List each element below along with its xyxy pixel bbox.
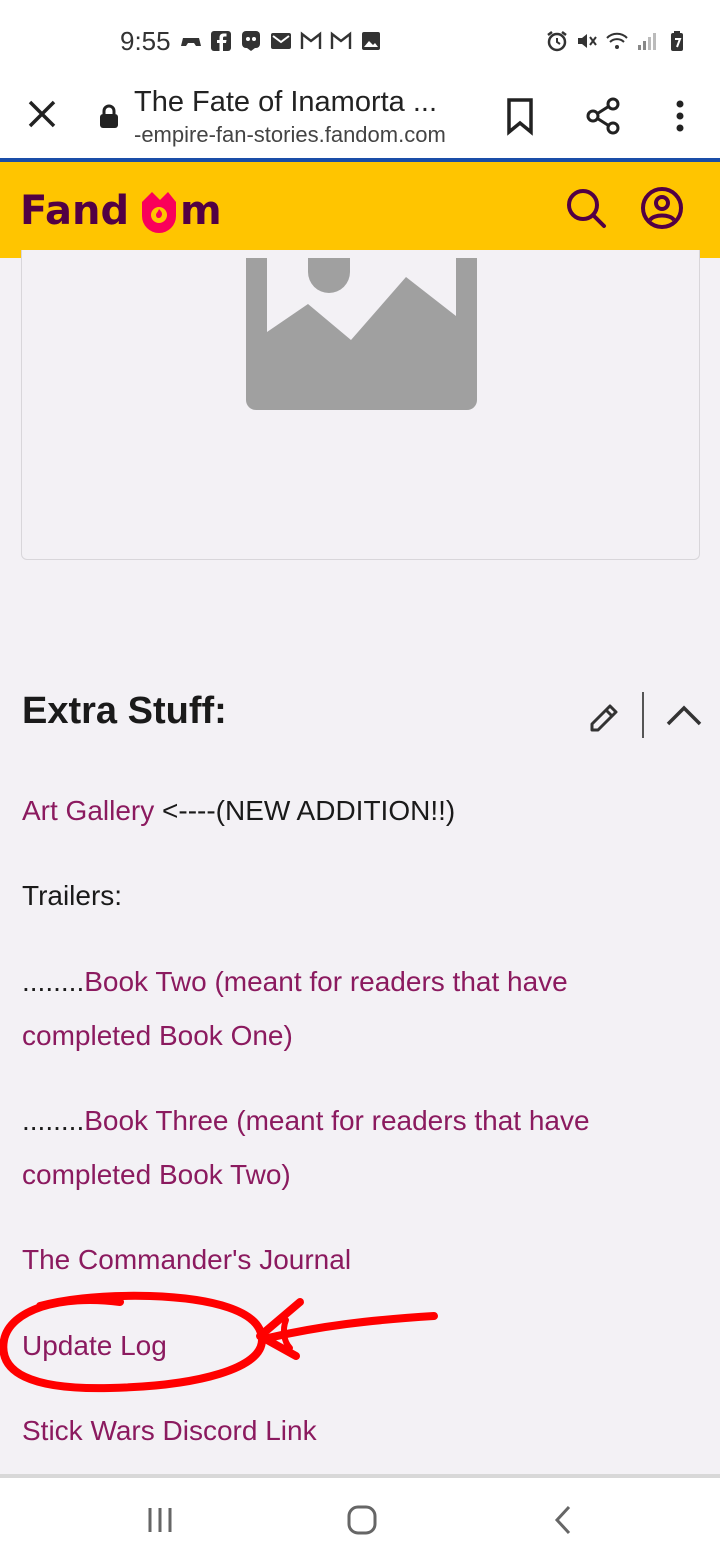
svg-text:m: m bbox=[180, 188, 222, 234]
image-icon bbox=[362, 32, 380, 50]
wifi-icon bbox=[606, 32, 628, 49]
discord-icon bbox=[242, 31, 260, 51]
book-two-trailer-link-cont[interactable]: completed Book One) bbox=[22, 1020, 293, 1051]
art-gallery-line: Art Gallery <----(NEW ADDITION!!) bbox=[22, 784, 455, 838]
gmail-icon bbox=[330, 31, 352, 49]
game-controller-icon bbox=[181, 38, 201, 46]
browser-url-bar: The Fate of Inamorta ... -empire-fan-sto… bbox=[0, 80, 720, 160]
discord-line: Stick Wars Discord Link bbox=[22, 1404, 317, 1458]
share-icon[interactable] bbox=[582, 94, 626, 138]
chevron-up-icon[interactable] bbox=[662, 696, 706, 736]
fandom-header: Fand m bbox=[0, 162, 720, 258]
battery-icon bbox=[671, 31, 683, 51]
close-icon[interactable] bbox=[22, 94, 62, 134]
book-two-trailer-link[interactable]: Book Two (meant for readers that have bbox=[84, 966, 568, 997]
book-three-trailer-link[interactable]: Book Three (meant for readers that have bbox=[84, 1105, 589, 1136]
book-three-trailer-link-cont[interactable]: completed Book Two) bbox=[22, 1159, 291, 1190]
divider bbox=[642, 692, 644, 738]
fandom-logo[interactable]: Fand m bbox=[20, 184, 230, 234]
art-gallery-link[interactable]: Art Gallery bbox=[22, 795, 154, 826]
journal-line: The Commander's Journal bbox=[22, 1233, 351, 1287]
update-log-link[interactable]: Update Log bbox=[22, 1330, 167, 1361]
android-nav-bar bbox=[0, 1478, 720, 1560]
update-log-line: Update Log bbox=[22, 1319, 167, 1373]
book-three-line: ........Book Three (meant for readers th… bbox=[22, 1094, 590, 1148]
home-icon[interactable] bbox=[340, 1498, 384, 1542]
trailers-label: Trailers: bbox=[22, 880, 123, 911]
back-icon[interactable] bbox=[542, 1498, 586, 1542]
book-two-line-2: completed Book One) bbox=[22, 1009, 293, 1063]
alarm-icon bbox=[547, 31, 567, 52]
search-icon[interactable] bbox=[562, 184, 610, 232]
lock-icon bbox=[100, 104, 118, 128]
facebook-icon bbox=[211, 31, 231, 51]
book-two-line: ........Book Two (meant for readers that… bbox=[22, 955, 568, 1009]
edit-pencil-icon[interactable] bbox=[584, 696, 624, 736]
page-title[interactable]: The Fate of Inamorta ... bbox=[134, 86, 437, 119]
more-options-icon[interactable] bbox=[658, 94, 702, 138]
image-placeholder-icon bbox=[246, 258, 477, 410]
commanders-journal-link[interactable]: The Commander's Journal bbox=[22, 1244, 351, 1275]
signal-icon bbox=[638, 33, 656, 50]
recent-apps-icon[interactable] bbox=[138, 1498, 182, 1542]
book-three-line-2: completed Book Two) bbox=[22, 1148, 291, 1202]
status-time: 9:55 bbox=[120, 26, 171, 56]
book-two-prefix: ........ bbox=[22, 966, 85, 997]
status-bar: 9:55 bbox=[0, 0, 720, 80]
section-heading: Extra Stuff: bbox=[22, 690, 227, 732]
notification-icons bbox=[180, 30, 382, 52]
user-account-icon[interactable] bbox=[638, 184, 686, 232]
gmail-icon bbox=[300, 31, 322, 49]
fandom-logo-text: Fand bbox=[20, 188, 129, 234]
mute-icon bbox=[578, 34, 597, 48]
image-card bbox=[21, 250, 700, 560]
bookmark-icon[interactable] bbox=[498, 94, 542, 138]
discord-link[interactable]: Stick Wars Discord Link bbox=[22, 1415, 317, 1446]
system-icons bbox=[546, 30, 688, 52]
art-gallery-note: <----(NEW ADDITION!!) bbox=[154, 795, 456, 826]
url-host[interactable]: -empire-fan-stories.fandom.com bbox=[134, 122, 446, 148]
mail-icon bbox=[271, 33, 291, 49]
book-three-prefix: ........ bbox=[22, 1105, 85, 1136]
